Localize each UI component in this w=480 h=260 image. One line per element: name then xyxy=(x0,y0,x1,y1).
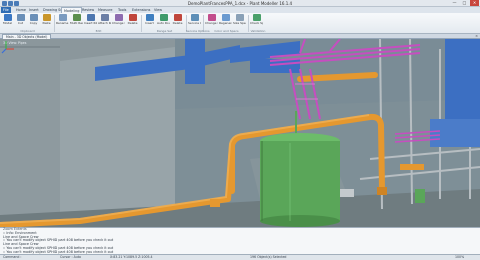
group-label-service: Service Options xyxy=(186,29,210,33)
color-icon xyxy=(207,14,216,21)
delete-icon xyxy=(128,14,137,21)
size-spec-icon xyxy=(235,14,244,21)
button-label: Change Orientation xyxy=(112,21,125,25)
auto-route-button[interactable]: Auto Route xyxy=(157,14,170,29)
change-color-button[interactable]: Change Color xyxy=(205,14,218,29)
resize-icon xyxy=(72,14,81,21)
group-label-validation: Validation xyxy=(250,29,266,33)
button-label: Multi Resize xyxy=(70,21,83,25)
window-controls: — □ ✕ xyxy=(450,0,479,7)
size-spec-button[interactable]: Size Spec xyxy=(233,14,246,29)
status-zoom[interactable]: 100% xyxy=(455,255,464,260)
3d-viewport[interactable]: 3D View: Pipes xyxy=(0,39,480,227)
button-label: Cut xyxy=(17,21,24,25)
steel-base-plate xyxy=(340,189,354,197)
minimize-button[interactable]: — xyxy=(450,0,459,6)
group-label-color-specs: Color and Specs xyxy=(214,29,239,33)
insert-icon xyxy=(86,14,95,21)
orange-pipe-segment xyxy=(400,164,424,170)
maximize-button[interactable]: □ xyxy=(460,0,469,6)
service-options-button[interactable]: Service Options xyxy=(188,14,201,29)
pump-fitting xyxy=(210,199,220,207)
insert-ribbon-button[interactable]: Insert Ribbon xyxy=(84,14,97,29)
wall-column xyxy=(0,47,60,215)
blue-vessel xyxy=(445,39,480,119)
small-green-valve xyxy=(415,189,425,203)
button-label: Regenerate From Size xyxy=(219,21,232,25)
delete-icon xyxy=(173,14,182,21)
button-label: Auto Route xyxy=(157,21,170,25)
button-label: Check Spec xyxy=(250,21,263,25)
delete-route-button[interactable]: Delete xyxy=(171,14,184,29)
clipboard-icon xyxy=(42,14,51,21)
regenerate-icon xyxy=(221,14,230,21)
route-icon xyxy=(100,14,109,21)
service-icon xyxy=(190,14,199,21)
status-command: Command : xyxy=(3,255,22,259)
button-label: Attach Route xyxy=(98,21,111,25)
button-label: Delete xyxy=(127,21,138,25)
scissors-icon xyxy=(16,14,25,21)
group-separator xyxy=(248,15,249,32)
copy-icon xyxy=(29,14,38,21)
copy-button[interactable]: Copy xyxy=(27,14,40,29)
status-bar: Command : Cursor : Auto X:83.21 Y:1089.5… xyxy=(0,254,480,260)
group-label-edit: Edit xyxy=(95,29,102,33)
command-log-panel[interactable]: Zoom Extents :: Info: Environment Line a… xyxy=(0,227,480,254)
auto-route-icon xyxy=(159,14,168,21)
button-label: Model xyxy=(2,21,12,25)
window-title: DemoPlantFrancesPPA_1.dcx - Plant Modell… xyxy=(187,1,293,6)
pipe-valve xyxy=(377,187,387,195)
title-bar: DemoPlantFrancesPPA_1.dcx - Plant Modell… xyxy=(0,0,480,7)
check-spec-button[interactable]: Check Spec xyxy=(250,14,263,29)
button-label: Rename Objects xyxy=(56,21,69,25)
group-separator xyxy=(54,15,55,32)
button-label: Size Spec xyxy=(233,21,246,25)
model-button[interactable]: Model xyxy=(1,14,14,29)
orientation-icon xyxy=(114,14,123,21)
paste-button[interactable]: Paste xyxy=(40,14,53,29)
button-label: Insert Ribbon xyxy=(84,21,97,25)
button-label: Service Options xyxy=(188,21,201,25)
attach-route-button[interactable]: Attach Route xyxy=(98,14,111,29)
status-coordinates: X:83.21 Y:1089.5 Z:1005.4 xyxy=(110,255,153,259)
group-label-route: Range Set xyxy=(156,29,173,33)
group-separator xyxy=(141,15,142,32)
check-icon xyxy=(252,14,261,21)
model-icon xyxy=(3,14,12,21)
insert-route-button[interactable]: Insert xyxy=(143,14,156,29)
cut-button[interactable]: Cut xyxy=(14,14,27,29)
button-label: Paste xyxy=(42,21,51,25)
button-label: Insert xyxy=(145,21,154,25)
close-button[interactable]: ✕ xyxy=(470,0,479,6)
status-selection: 196 Object(s) Selected xyxy=(250,255,287,259)
button-label: Delete xyxy=(172,21,183,25)
ribbon: Model Cut Copy Paste Rename Objects Mult… xyxy=(0,13,480,34)
delete-button[interactable]: Delete xyxy=(126,14,139,29)
multi-resize-button[interactable]: Multi Resize xyxy=(70,14,83,29)
change-orientation-button[interactable]: Change Orientation xyxy=(112,14,125,29)
regenerate-button[interactable]: Regenerate From Size xyxy=(219,14,232,29)
blue-equipment xyxy=(430,119,480,147)
rename-icon xyxy=(58,14,67,21)
rename-objects-button[interactable]: Rename Objects xyxy=(56,14,69,29)
insert-route-icon xyxy=(145,14,154,21)
plant-scene xyxy=(0,39,480,227)
button-label: Copy xyxy=(29,21,38,25)
group-label-clipboard: Clipboard xyxy=(20,29,35,33)
button-label: Change Color xyxy=(205,21,218,25)
axis-triad-icon[interactable] xyxy=(0,39,16,55)
status-cursor-mode[interactable]: Cursor : Auto xyxy=(60,255,81,260)
